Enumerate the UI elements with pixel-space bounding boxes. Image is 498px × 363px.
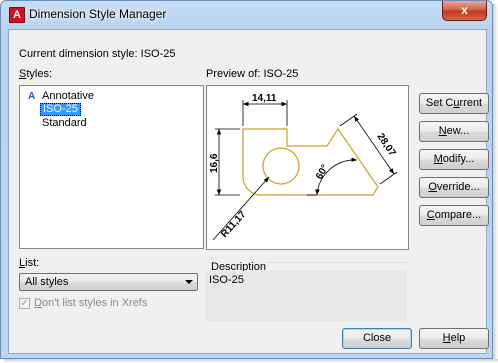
- autocad-app-icon: A: [9, 7, 25, 23]
- dialog-window: A Dimension Style Manager x Current dime…: [0, 0, 493, 359]
- compare-button[interactable]: Compare...: [419, 205, 489, 226]
- list-label: List:: [19, 257, 39, 269]
- btn-post: verride...: [436, 181, 480, 193]
- btn-mnemonic: N: [438, 125, 447, 137]
- description-box: ISO-25: [206, 271, 407, 321]
- window-shadow-bottom: [4, 359, 498, 363]
- style-item-label: Annotative: [42, 90, 94, 102]
- list-label-rest: ist:: [25, 257, 40, 269]
- close-button-label: Close: [362, 332, 392, 344]
- btn-mnemonic: M: [433, 153, 443, 165]
- style-item-label: ISO-25: [40, 103, 81, 116]
- styles-label-rest: tyles:: [26, 68, 53, 80]
- window-title: Dimension Style Manager: [29, 7, 167, 21]
- chevron-down-icon: [185, 280, 193, 284]
- xrefs-mnemonic: D: [34, 297, 42, 309]
- xrefs-label: Don't list styles in Xrefs: [34, 297, 147, 309]
- help-mnemonic: H: [442, 332, 451, 344]
- dim-left-text: 16,6: [209, 153, 220, 173]
- window-shadow-right: [493, 4, 498, 359]
- styles-listbox[interactable]: A Annotative ISO-25 Standard: [19, 85, 204, 249]
- check-icon: ✓: [20, 298, 29, 309]
- annotative-icon: A: [28, 91, 36, 102]
- xrefs-label-rest: on't list styles in Xrefs: [41, 297, 148, 309]
- list-filter-value: All styles: [25, 276, 69, 288]
- close-window-button[interactable]: x: [442, 1, 487, 21]
- btn-post: ompare...: [434, 209, 482, 221]
- description-text: ISO-25: [209, 274, 244, 286]
- btn-mnemonic: C: [426, 209, 435, 221]
- dim-radius-text: R11,17: [219, 209, 249, 240]
- dim-top-text: 14,11: [252, 93, 277, 104]
- override-button[interactable]: Override...: [419, 177, 489, 198]
- dialog-client-area: Current dimension style: ISO-25 Styles: …: [8, 29, 489, 354]
- preview-drawing: 14,11 16,6 28,07 60° R11,17: [209, 93, 398, 241]
- close-icon: x: [461, 3, 468, 17]
- style-item-iso-25[interactable]: ISO-25: [40, 103, 81, 116]
- part-hole: [262, 147, 300, 185]
- set-current-button[interactable]: Set Current: [419, 93, 489, 114]
- title-bar[interactable]: A Dimension Style Manager x: [1, 1, 492, 28]
- dimension-preview: 14,11 16,6 28,07 60° R11,17: [206, 85, 409, 250]
- style-item-label: Standard: [42, 117, 87, 129]
- btn-mnemonic: O: [428, 181, 437, 193]
- modify-button[interactable]: Modify...: [419, 149, 489, 170]
- btn-post: odify...: [442, 153, 475, 165]
- close-button[interactable]: Close: [342, 328, 412, 349]
- description-group: Description ISO-25: [206, 261, 407, 327]
- current-style-label: Current dimension style: ISO-25: [19, 48, 176, 60]
- btn-post: ew...: [446, 125, 470, 137]
- help-button[interactable]: Help: [419, 328, 489, 349]
- style-item-annotative[interactable]: A Annotative: [22, 90, 192, 103]
- btn-post: rrent: [459, 97, 483, 109]
- style-item-standard[interactable]: Standard: [42, 117, 87, 130]
- btn-pre: Set C: [425, 97, 454, 109]
- styles-label: Styles:: [19, 68, 52, 80]
- help-label-rest: elp: [450, 332, 466, 344]
- dim-angle-text: 60°: [314, 163, 331, 182]
- dim-diag-text: 28,07: [375, 132, 398, 159]
- xrefs-checkbox[interactable]: ✓: [19, 298, 30, 309]
- new-button[interactable]: New...: [419, 121, 489, 142]
- list-filter-select[interactable]: All styles: [19, 273, 198, 291]
- preview-label: Preview of: ISO-25: [206, 68, 299, 80]
